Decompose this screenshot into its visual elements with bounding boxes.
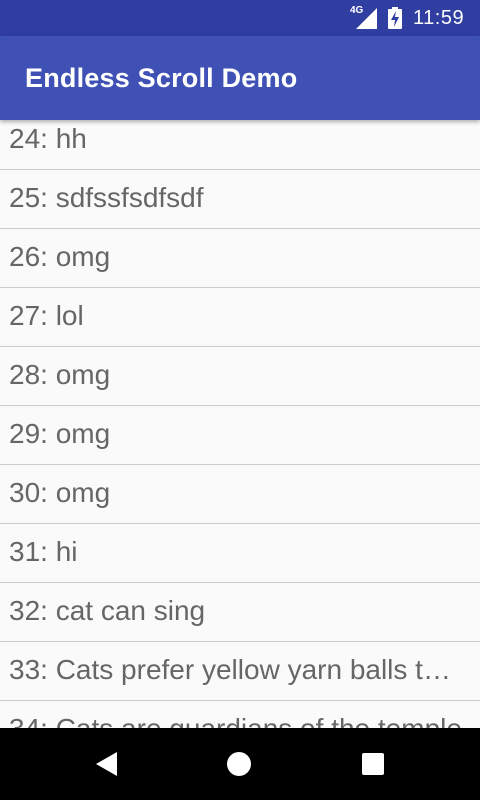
app-bar: Endless Scroll Demo bbox=[0, 36, 480, 120]
battery-charging-icon bbox=[388, 7, 402, 29]
list-item[interactable]: 29: omg bbox=[0, 406, 480, 465]
list-item[interactable]: 25: sdfssfsdfsdf bbox=[0, 170, 480, 229]
list-item-label: 30: omg bbox=[9, 477, 111, 508]
list-item[interactable]: 32: cat can sing bbox=[0, 583, 480, 642]
list-item-label: 31: hi bbox=[9, 536, 78, 567]
home-icon[interactable] bbox=[221, 746, 257, 782]
list-item[interactable]: 30: omg bbox=[0, 465, 480, 524]
list-item-label: 26: omg bbox=[9, 241, 111, 272]
navigation-bar bbox=[0, 728, 480, 800]
status-bar: 4G 11:59 bbox=[0, 0, 480, 36]
list-item[interactable]: 27: lol bbox=[0, 288, 480, 347]
list-item[interactable]: 33: Cats prefer yellow yarn balls than r… bbox=[0, 642, 480, 701]
list-item[interactable]: 34: Cats are guardians of the temple bbox=[0, 701, 480, 728]
list-item-label: 27: lol bbox=[9, 300, 84, 331]
list-item[interactable]: 28: omg bbox=[0, 347, 480, 406]
recents-icon[interactable] bbox=[355, 746, 391, 782]
list-item[interactable]: 26: omg bbox=[0, 229, 480, 288]
back-icon[interactable] bbox=[88, 746, 124, 782]
list-item-label: 32: cat can sing bbox=[9, 595, 206, 626]
network-type-label: 4G bbox=[350, 5, 364, 16]
list-item[interactable]: 31: hi bbox=[0, 524, 480, 583]
list-item-label: 33: Cats prefer yellow yarn balls than r… bbox=[9, 654, 466, 685]
list-item-label: 24: hh bbox=[9, 123, 87, 154]
list-item-label: 34: Cats are guardians of the temple bbox=[9, 713, 466, 728]
screen: 4G 11:59 Endless Scroll Demo 24: hh 25: … bbox=[0, 0, 480, 800]
list-item[interactable]: 24: hh bbox=[0, 120, 480, 170]
status-clock: 11:59 bbox=[413, 7, 465, 29]
endless-list[interactable]: 24: hh 25: sdfssfsdfsdf 26: omg 27: lol … bbox=[0, 120, 480, 728]
list-item-label: 25: sdfssfsdfsdf bbox=[9, 182, 204, 213]
list-item-label: 29: omg bbox=[9, 418, 111, 449]
list-item-label: 28: omg bbox=[9, 359, 111, 390]
app-title: Endless Scroll Demo bbox=[25, 63, 298, 93]
